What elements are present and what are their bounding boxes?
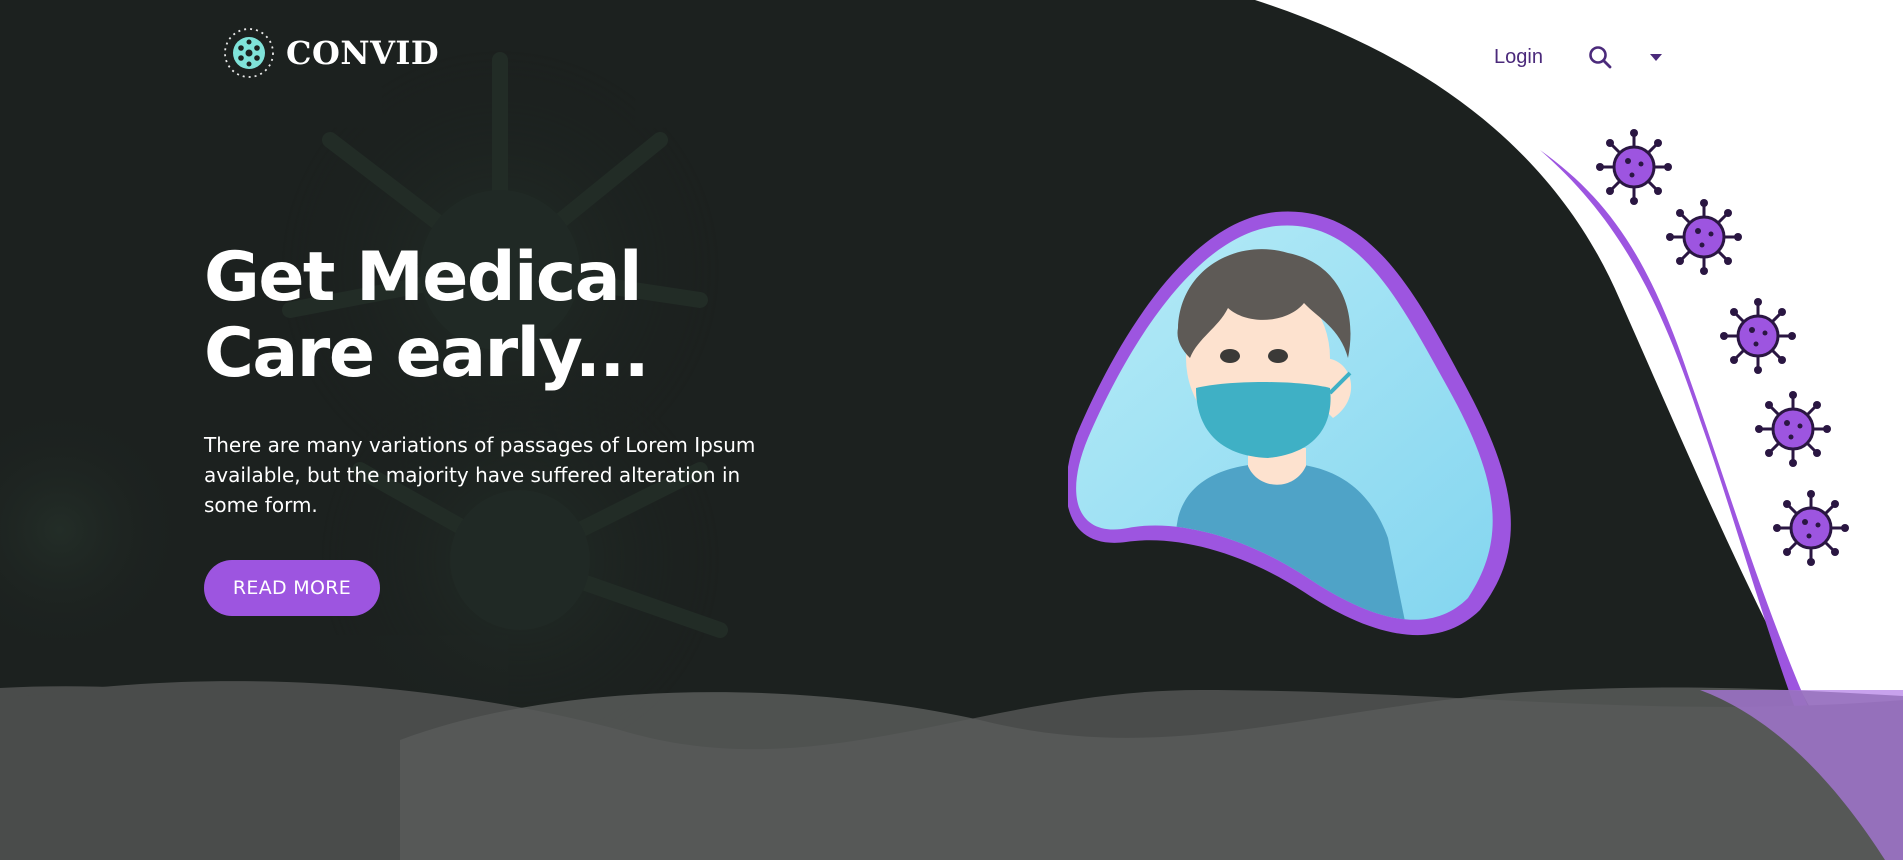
hero-title-line-2: Care early... <box>204 314 650 393</box>
read-more-button[interactable]: READ MORE <box>204 560 380 616</box>
top-nav: Login <box>1494 44 1665 70</box>
site-header: CONVID Login <box>0 0 1903 110</box>
masked-person-illustration <box>1068 211 1511 636</box>
login-link[interactable]: Login <box>1494 46 1543 69</box>
hero-title-line-1: Get Medical <box>204 238 642 317</box>
hero-title: Get Medical Care early... <box>204 240 824 392</box>
brand-name: CONVID <box>286 34 440 72</box>
brand-logo[interactable]: CONVID <box>222 26 439 80</box>
hero-section: Get Medical Care early... There are many… <box>204 240 824 616</box>
virus-icon <box>224 28 274 78</box>
caret-down-icon[interactable] <box>1647 48 1665 66</box>
search-icon[interactable] <box>1587 44 1613 70</box>
hero-description: There are many variations of passages of… <box>204 433 756 517</box>
